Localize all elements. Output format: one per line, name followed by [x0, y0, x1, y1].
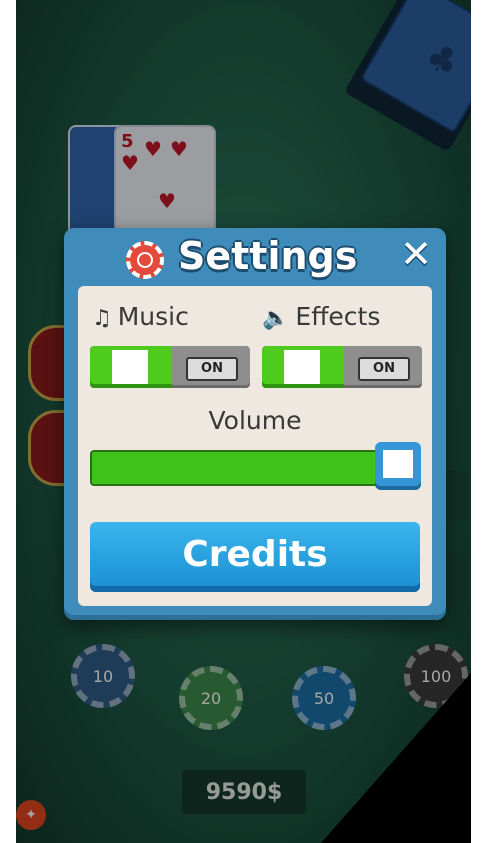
settings-dialog: Settings ✕ ♫ Music 🔈 Effects ON ON Volume — [64, 228, 446, 620]
volume-slider-handle[interactable] — [375, 442, 421, 490]
poker-chip-icon — [126, 241, 164, 279]
music-label-group: ♫ Music — [92, 302, 189, 331]
volume-label: Volume — [208, 406, 302, 435]
settings-panel: ♫ Music 🔈 Effects ON ON Volume Credits — [78, 286, 432, 606]
effects-state: ON — [358, 357, 410, 381]
volume-slider[interactable] — [90, 450, 420, 486]
music-label: Music — [117, 302, 189, 331]
toggle-knob — [284, 350, 320, 384]
dialog-header: Settings ✕ — [64, 228, 446, 286]
toggle-knob — [112, 350, 148, 384]
music-toggle[interactable]: ON — [90, 346, 250, 388]
credits-button[interactable]: Credits — [90, 522, 420, 592]
music-note-icon: ♫ — [92, 306, 112, 331]
close-button[interactable]: ✕ — [400, 232, 432, 276]
screen-corner-mask — [321, 673, 471, 843]
effects-label: Effects — [295, 302, 381, 331]
effects-toggle[interactable]: ON — [262, 346, 422, 388]
speaker-icon: 🔈 — [262, 306, 290, 331]
effects-label-group: 🔈 Effects — [262, 302, 380, 331]
dialog-title: Settings — [178, 234, 358, 278]
music-state: ON — [186, 357, 238, 381]
game-table: ♣ 5 ♥ ♥ ♥ ♥ d t 10 20 50 100 9590$ ✦ Set… — [16, 0, 471, 843]
